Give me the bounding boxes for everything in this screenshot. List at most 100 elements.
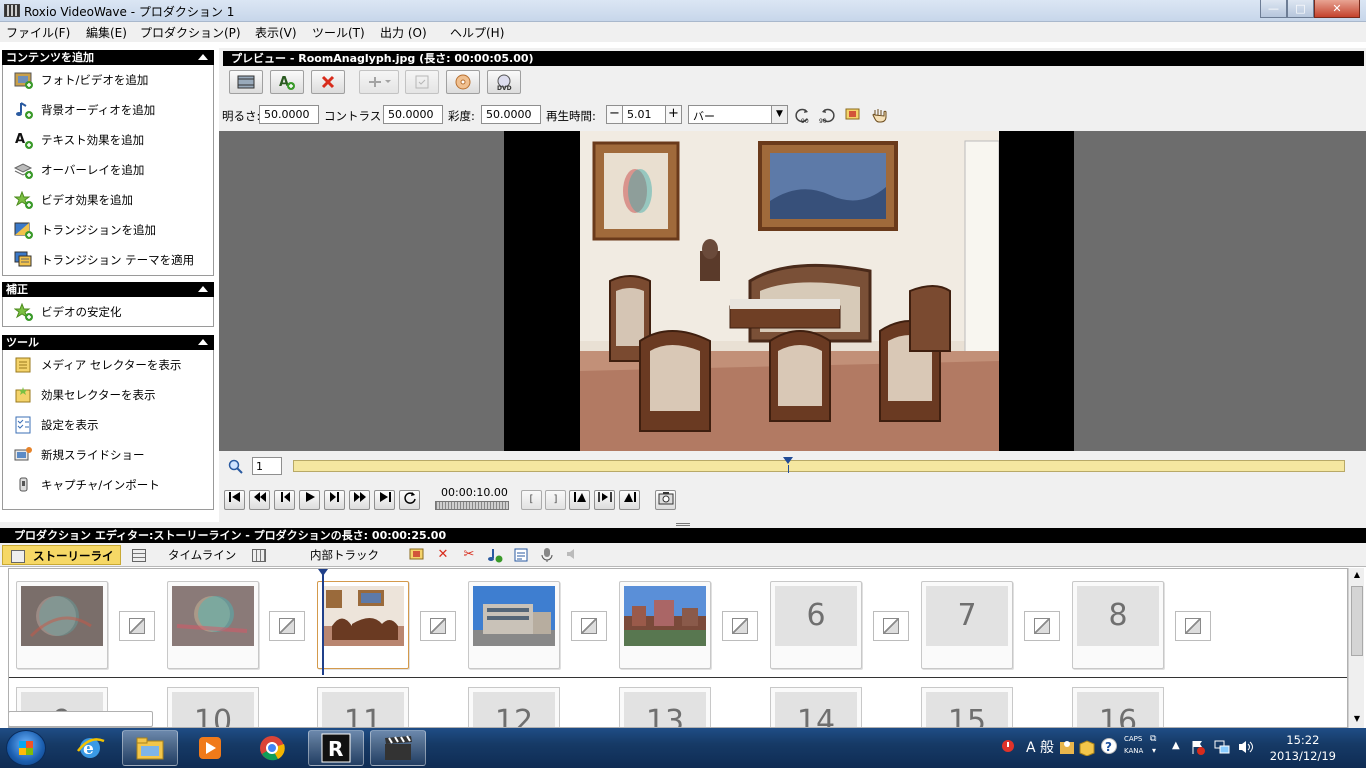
tab-timeline[interactable]: タイムライン (124, 545, 242, 565)
go-to-start-button[interactable] (224, 490, 245, 510)
mark-in-button[interactable]: [ (521, 490, 542, 510)
brightness-field[interactable]: 50.0000 (259, 105, 319, 124)
delete-button[interactable] (311, 70, 345, 94)
dropdown-arrow-icon[interactable]: ▼ (771, 106, 787, 123)
loop-button[interactable] (399, 490, 420, 510)
ime-dictionary-icon[interactable] (1078, 738, 1096, 756)
crop-photo-icon[interactable] (843, 106, 863, 124)
storyline-slot-empty[interactable]: 14 (770, 687, 862, 727)
volume-speaker-icon[interactable] (1238, 739, 1254, 755)
music-note-add-icon[interactable] (486, 547, 504, 563)
storyline-slot-empty[interactable]: 10 (167, 687, 259, 727)
rewind-button[interactable] (249, 490, 270, 510)
section-correction-header[interactable]: 補正 (2, 282, 214, 297)
align-dropdown-button[interactable] (359, 70, 399, 94)
chapter-marker-icon[interactable] (512, 547, 530, 563)
add-overlay-item[interactable]: オーバーレイを追加 (13, 159, 144, 181)
ime-dropdown-icon[interactable]: ▾ (1152, 746, 1156, 755)
storyline-slot-empty[interactable]: 8 (1072, 581, 1164, 669)
section-tools-header[interactable]: ツール (2, 335, 214, 350)
storyline-slot-selected[interactable] (317, 581, 409, 669)
vertical-scrollbar[interactable]: ▲ ▼ (1348, 568, 1364, 728)
menu-file[interactable]: ファイル(F) (6, 24, 70, 41)
menu-edit[interactable]: 編集(E) (86, 24, 127, 41)
transition-slot[interactable] (119, 611, 155, 641)
show-media-selector-item[interactable]: メディア セレクターを表示 (13, 354, 181, 376)
add-transition-item[interactable]: トランジションを追加 (13, 219, 156, 241)
go-to-mark-out-button[interactable] (619, 490, 640, 510)
go-to-mark-in-button[interactable] (569, 490, 590, 510)
contrast-field[interactable]: 50.0000 (383, 105, 443, 124)
taskbar-videowave[interactable] (370, 730, 426, 766)
add-text-effect-item[interactable]: A テキスト効果を追加 (13, 129, 144, 151)
taskbar-explorer[interactable] (122, 730, 178, 766)
transition-slot[interactable] (1175, 611, 1211, 641)
menu-output[interactable]: 出力 (O) (380, 24, 427, 41)
collapse-arrow-icon[interactable] (198, 339, 208, 345)
storyline-slot[interactable] (619, 581, 711, 669)
ime-mode-indicator[interactable]: A 般 (1026, 737, 1054, 757)
collapse-arrow-icon[interactable] (198, 286, 208, 292)
play-button[interactable] (299, 490, 320, 510)
next-frame-button[interactable] (324, 490, 345, 510)
fast-forward-button[interactable] (349, 490, 370, 510)
alert-flag-icon[interactable] (1000, 738, 1018, 756)
zoom-magnifier-icon[interactable] (228, 459, 244, 475)
storyline-slot-empty[interactable]: 13 (619, 687, 711, 727)
storyline-slot[interactable] (16, 581, 108, 669)
new-slideshow-item[interactable]: 新規スライドショー (13, 444, 145, 466)
menu-help[interactable]: ヘルプ(H) (450, 24, 504, 41)
menu-view[interactable]: 表示(V) (255, 24, 297, 41)
speaker-icon[interactable] (564, 547, 582, 563)
action-center-flag-icon[interactable] (1190, 739, 1206, 755)
network-icon[interactable] (1214, 739, 1230, 755)
taskbar-roxio[interactable]: R (308, 730, 364, 766)
menu-tools[interactable]: ツール(T) (312, 24, 365, 41)
tab-storyline[interactable]: ストーリーライン (2, 545, 121, 583)
saturation-field[interactable]: 50.0000 (481, 105, 541, 124)
apply-transition-theme-item[interactable]: トランジション テーマを適用 (13, 249, 194, 271)
close-button[interactable]: ✕ (1314, 0, 1360, 18)
duration-increase-button[interactable]: + (665, 105, 682, 124)
stabilize-video-item[interactable]: ビデオの安定化 (13, 301, 122, 323)
taskbar-internet-explorer[interactable]: e (62, 730, 118, 766)
duration-field[interactable]: 5.01 (623, 105, 665, 124)
pan-hand-icon[interactable] (869, 106, 889, 124)
scissors-icon[interactable]: ✂ (460, 547, 478, 563)
transition-slot[interactable] (269, 611, 305, 641)
storyline-slot-empty[interactable]: 7 (921, 581, 1013, 669)
transition-slot[interactable] (1024, 611, 1060, 641)
transition-slot[interactable] (420, 611, 456, 641)
transition-slot[interactable] (873, 611, 909, 641)
capture-import-item[interactable]: キャプチャ/インポート (13, 474, 160, 496)
start-button[interactable] (6, 730, 46, 766)
volume-meter[interactable] (435, 501, 509, 510)
storyline-playhead[interactable] (318, 569, 328, 675)
scroll-up-arrow-icon[interactable]: ▲ (1351, 570, 1363, 582)
delete-x-icon[interactable]: ✕ (434, 547, 452, 563)
storyline-slot-empty[interactable]: 16 (1072, 687, 1164, 727)
ime-restore-icon[interactable]: ⧉ (1150, 734, 1156, 744)
storyline-slot-empty[interactable]: 12 (468, 687, 560, 727)
burn-dvd-button[interactable]: DVD (487, 70, 521, 94)
mark-out-button[interactable]: ] (545, 490, 566, 510)
frame-number-field[interactable]: 1 (252, 457, 282, 475)
add-photo-video-item[interactable]: フォト/ビデオを追加 (13, 69, 148, 91)
splitter-grip-icon[interactable] (676, 523, 690, 526)
scrub-track[interactable] (293, 460, 1345, 473)
add-video-effect-item[interactable]: ビデオ効果を追加 (13, 189, 133, 211)
tray-overflow-arrow-icon[interactable]: ▲ (1172, 740, 1180, 751)
scroll-thumb[interactable] (1351, 586, 1363, 656)
show-effect-selector-item[interactable]: 効果セレクターを表示 (13, 384, 156, 406)
tab-internal-track[interactable]: 内部トラック (244, 545, 400, 565)
rotate-right-icon[interactable]: 90 (817, 106, 837, 125)
collapse-arrow-icon[interactable] (198, 54, 208, 60)
crop-photo-icon[interactable] (408, 547, 426, 563)
scroll-down-arrow-icon[interactable]: ▼ (1351, 714, 1363, 726)
taskbar-clock[interactable]: 15:22 2013/12/19 (1270, 732, 1336, 764)
ime-toolbar-icon[interactable] (1058, 738, 1076, 756)
maximize-button[interactable]: □ (1287, 0, 1314, 18)
section-add-content-header[interactable]: コンテンツを追加 (2, 50, 214, 65)
taskbar-media-player[interactable] (182, 730, 238, 766)
minimize-button[interactable]: — (1260, 0, 1287, 18)
